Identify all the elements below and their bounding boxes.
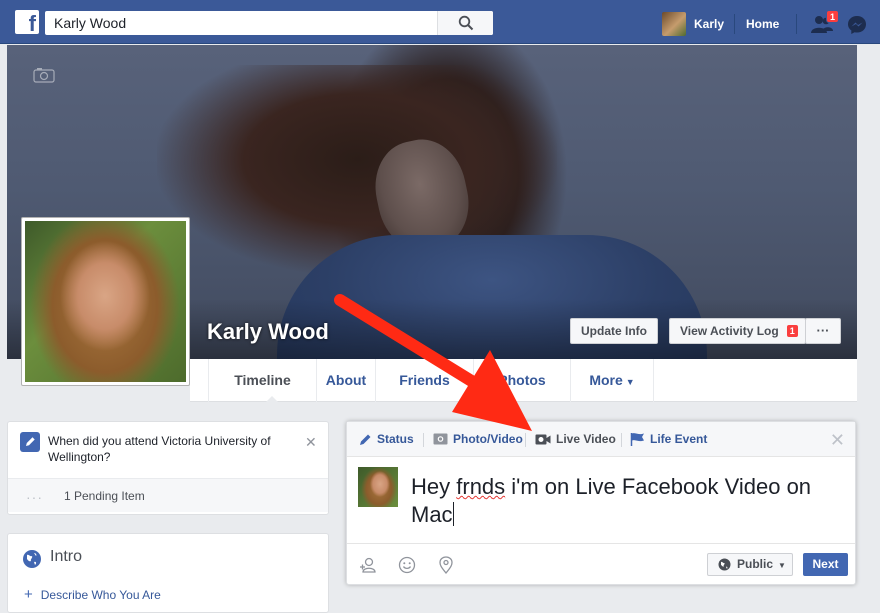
nav-divider bbox=[734, 14, 735, 34]
composer-tab-live-video-label: Live Video bbox=[556, 432, 616, 446]
tab-photos[interactable]: Photos bbox=[474, 359, 571, 402]
privacy-label: Public bbox=[737, 557, 774, 571]
composer-tab-status-label: Status bbox=[377, 432, 414, 446]
pending-dots-icon: ··· bbox=[26, 489, 43, 505]
search-icon bbox=[458, 15, 474, 31]
composer-tab-live-video[interactable]: Live Video bbox=[535, 432, 616, 446]
plus-icon: + bbox=[24, 586, 33, 603]
location-pin-icon[interactable] bbox=[438, 556, 454, 574]
globe-icon bbox=[718, 558, 731, 571]
view-activity-log-button[interactable]: View Activity Log 1 bbox=[669, 318, 806, 344]
nav-avatar bbox=[662, 12, 686, 36]
tab-divider bbox=[423, 433, 424, 447]
activity-log-badge: 1 bbox=[785, 324, 799, 338]
tab-divider bbox=[525, 433, 526, 447]
next-button[interactable]: Next bbox=[803, 553, 848, 576]
search-button[interactable] bbox=[437, 11, 493, 35]
nav-home-link[interactable]: Home bbox=[746, 17, 779, 31]
tab-timeline[interactable]: Timeline bbox=[208, 359, 317, 403]
close-icon[interactable]: ✕ bbox=[830, 430, 845, 451]
friend-requests-badge: 1 bbox=[826, 10, 840, 23]
composer-tab-photo-video-label: Photo/Video bbox=[453, 432, 523, 446]
profile-picture-image bbox=[25, 221, 186, 382]
search-box bbox=[45, 11, 493, 35]
composer-avatar bbox=[358, 467, 398, 507]
nav-profile-link[interactable]: Karly bbox=[662, 12, 724, 36]
post-text-segment: Hey bbox=[411, 474, 457, 499]
composer-tab-life-event-label: Life Event bbox=[650, 432, 708, 446]
education-question-card: When did you attend Victoria University … bbox=[7, 421, 329, 515]
describe-who-you-are-label: Describe Who You Are bbox=[40, 588, 161, 602]
flag-icon bbox=[630, 433, 644, 446]
nav-divider bbox=[796, 14, 797, 34]
globe-icon bbox=[23, 550, 41, 568]
composer-tab-photo-video[interactable]: Photo/Video bbox=[433, 432, 523, 446]
tab-more-label: More bbox=[589, 372, 623, 388]
photo-icon bbox=[433, 433, 448, 445]
more-options-button[interactable]: ··· bbox=[805, 318, 841, 344]
tab-more[interactable]: More ▼ bbox=[571, 359, 654, 402]
tab-active-indicator bbox=[265, 396, 279, 403]
pending-items-label: 1 Pending Item bbox=[64, 489, 145, 503]
messenger-icon[interactable] bbox=[847, 15, 867, 35]
intro-card: Intro + Describe Who You Are bbox=[7, 533, 329, 613]
tab-friends[interactable]: Friends bbox=[376, 359, 474, 402]
text-cursor bbox=[452, 502, 454, 526]
update-info-button[interactable]: Update Info bbox=[570, 318, 658, 344]
caret-down-icon: ▼ bbox=[778, 561, 786, 570]
profile-tabs: Timeline About Friends Photos More ▼ bbox=[190, 359, 857, 403]
pending-items-row[interactable]: ··· 1 Pending Item bbox=[8, 478, 328, 512]
nav-user-name: Karly bbox=[694, 17, 725, 31]
post-composer: Status Photo/Video Live Video Life Event… bbox=[346, 421, 856, 585]
feeling-smiley-icon[interactable] bbox=[398, 556, 416, 574]
close-icon[interactable]: ✕ bbox=[305, 434, 317, 451]
composer-footer: Public ▼ Next bbox=[347, 543, 855, 584]
top-navigation-bar: f Karly Home 1 bbox=[0, 0, 880, 44]
pencil-icon bbox=[360, 434, 371, 445]
video-camera-icon bbox=[535, 434, 551, 444]
edit-pencil-icon bbox=[20, 432, 40, 452]
facebook-logo-icon[interactable]: f bbox=[15, 10, 39, 34]
privacy-selector[interactable]: Public ▼ bbox=[707, 553, 793, 576]
education-question-text[interactable]: When did you attend Victoria University … bbox=[48, 433, 288, 465]
composer-tab-status[interactable]: Status bbox=[359, 432, 414, 446]
profile-picture[interactable] bbox=[21, 217, 190, 386]
tag-friends-icon[interactable] bbox=[359, 556, 377, 574]
describe-who-you-are-link[interactable]: + Describe Who You Are bbox=[24, 586, 161, 603]
composer-tabs: Status Photo/Video Live Video Life Event… bbox=[347, 422, 855, 457]
post-text-input[interactable]: Hey frnds i'm on Live Facebook Video on … bbox=[411, 473, 841, 529]
tab-divider bbox=[621, 433, 622, 447]
composer-tab-life-event[interactable]: Life Event bbox=[630, 432, 707, 446]
caret-down-icon: ▼ bbox=[625, 377, 635, 387]
view-activity-log-label: View Activity Log bbox=[680, 324, 779, 338]
tab-timeline-label: Timeline bbox=[234, 372, 291, 388]
intro-title: Intro bbox=[50, 548, 83, 565]
misspelled-word: frnds bbox=[456, 474, 506, 499]
search-input[interactable] bbox=[45, 11, 445, 35]
tab-about[interactable]: About bbox=[317, 359, 376, 402]
profile-name[interactable]: Karly Wood bbox=[207, 319, 329, 345]
camera-icon[interactable] bbox=[33, 67, 55, 83]
